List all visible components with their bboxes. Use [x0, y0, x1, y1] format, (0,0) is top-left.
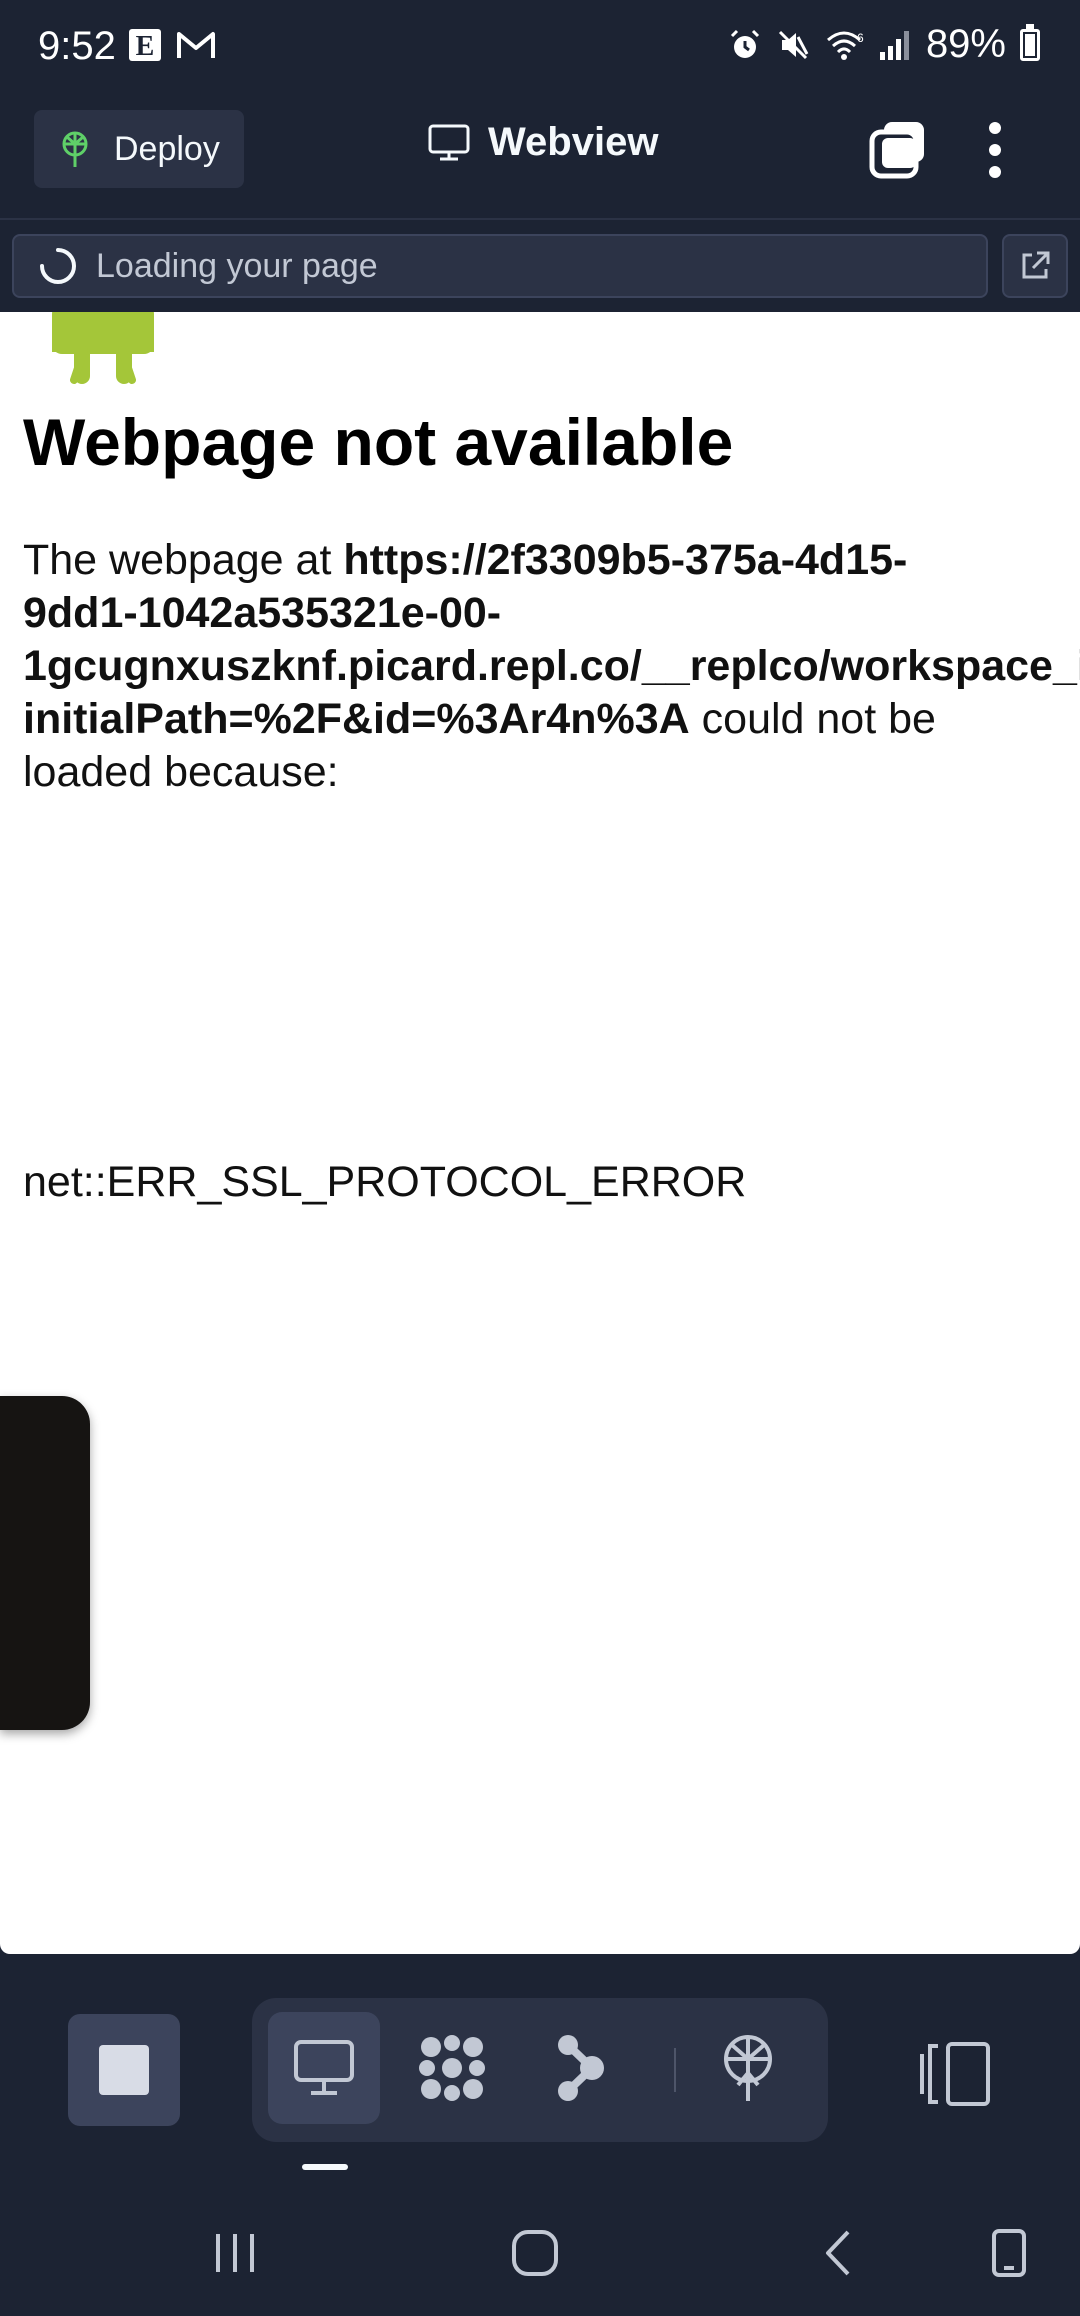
deploy-icon — [724, 2035, 772, 2101]
stop-button[interactable] — [68, 2014, 180, 2126]
active-tab-indicator — [302, 2164, 348, 2170]
error-url-part4: initialPath=%2F&id=%3Ar4n%3A — [23, 695, 690, 743]
error-url-part3: 1gcugnxuszknf.picard.repl.co/__replco/wo… — [23, 642, 1080, 690]
svg-text:6: 6 — [857, 31, 864, 45]
home-icon — [512, 2230, 558, 2276]
loading-text: Loading your page — [96, 246, 378, 285]
webview-tool-button[interactable] — [268, 2012, 380, 2124]
keyboard-toggle-button[interactable] — [974, 2218, 1044, 2288]
mute-icon — [778, 30, 809, 59]
error-title: Webpage not available — [23, 405, 734, 479]
battery-icon — [1020, 23, 1040, 61]
tool-group — [252, 1998, 828, 2142]
error-code: net::ERR_SSL_PROTOCOL_ERROR — [23, 1158, 747, 1206]
bottom-toolbar — [0, 1954, 1080, 2184]
recents-button[interactable] — [200, 2218, 270, 2288]
workspace-icon — [419, 2035, 485, 2101]
system-navigation-bar — [0, 2184, 1080, 2316]
status-time: 9:52 — [38, 24, 116, 68]
wifi-icon: 6 — [826, 31, 864, 60]
deploy-button[interactable]: Deploy — [34, 110, 244, 188]
more-menu-icon[interactable] — [970, 118, 1020, 182]
signal-icon — [879, 30, 909, 60]
error-url-part2: 9dd1-1042a535321e-00- — [23, 589, 502, 637]
svg-text:E: E — [136, 31, 155, 62]
deploy-icon — [62, 131, 88, 167]
open-in-new-tab-button[interactable] — [1002, 234, 1068, 298]
back-icon — [826, 2230, 850, 2276]
floating-side-panel[interactable] — [0, 1396, 90, 1730]
error-suffix: could not be — [689, 695, 936, 743]
deploy-label: Deploy — [114, 129, 220, 168]
loading-spinner-icon — [40, 248, 76, 284]
tool-separator — [674, 2048, 676, 2092]
battery-percent: 89% — [925, 22, 1006, 66]
error-message: The webpage at https://2f3309b5-375a-4d1… — [23, 534, 1080, 799]
alarm-icon — [730, 29, 759, 58]
monitor-icon — [294, 2040, 354, 2095]
stop-icon — [99, 2045, 149, 2095]
external-link-icon — [1022, 251, 1050, 279]
gmail-icon — [177, 32, 215, 58]
url-bar[interactable]: Loading your page — [12, 234, 988, 298]
monitor-icon — [428, 124, 470, 160]
git-branch-icon — [558, 2035, 604, 2101]
workspace-tool-button[interactable] — [396, 2012, 508, 2124]
error-prefix: The webpage at — [23, 536, 344, 584]
error-url-part1: https://2f3309b5-375a-4d15- — [343, 536, 908, 584]
error-suffix-2: loaded because: — [23, 748, 339, 796]
webview-content[interactable]: Webpage not available The webpage at htt… — [0, 312, 1080, 1954]
deploy-tool-button[interactable] — [692, 2012, 804, 2124]
android-robot-icon — [52, 312, 154, 384]
app-bar: Deploy Webview — [0, 98, 1080, 220]
home-button[interactable] — [500, 2218, 570, 2288]
title-text: Webview — [488, 120, 659, 164]
etsy-icon: E — [129, 29, 161, 62]
url-bar-row: Loading your page — [0, 222, 1080, 312]
phone-icon — [992, 2229, 1026, 2277]
recents-icon — [216, 2234, 254, 2272]
status-bar: 9:52 E 6 89% — [0, 0, 1080, 98]
back-button[interactable] — [804, 2218, 874, 2288]
tabs-icon[interactable] — [866, 118, 930, 182]
side-panel-toggle-icon[interactable] — [916, 2034, 996, 2114]
git-tool-button[interactable] — [524, 2012, 636, 2124]
page-title: Webview — [428, 120, 658, 165]
